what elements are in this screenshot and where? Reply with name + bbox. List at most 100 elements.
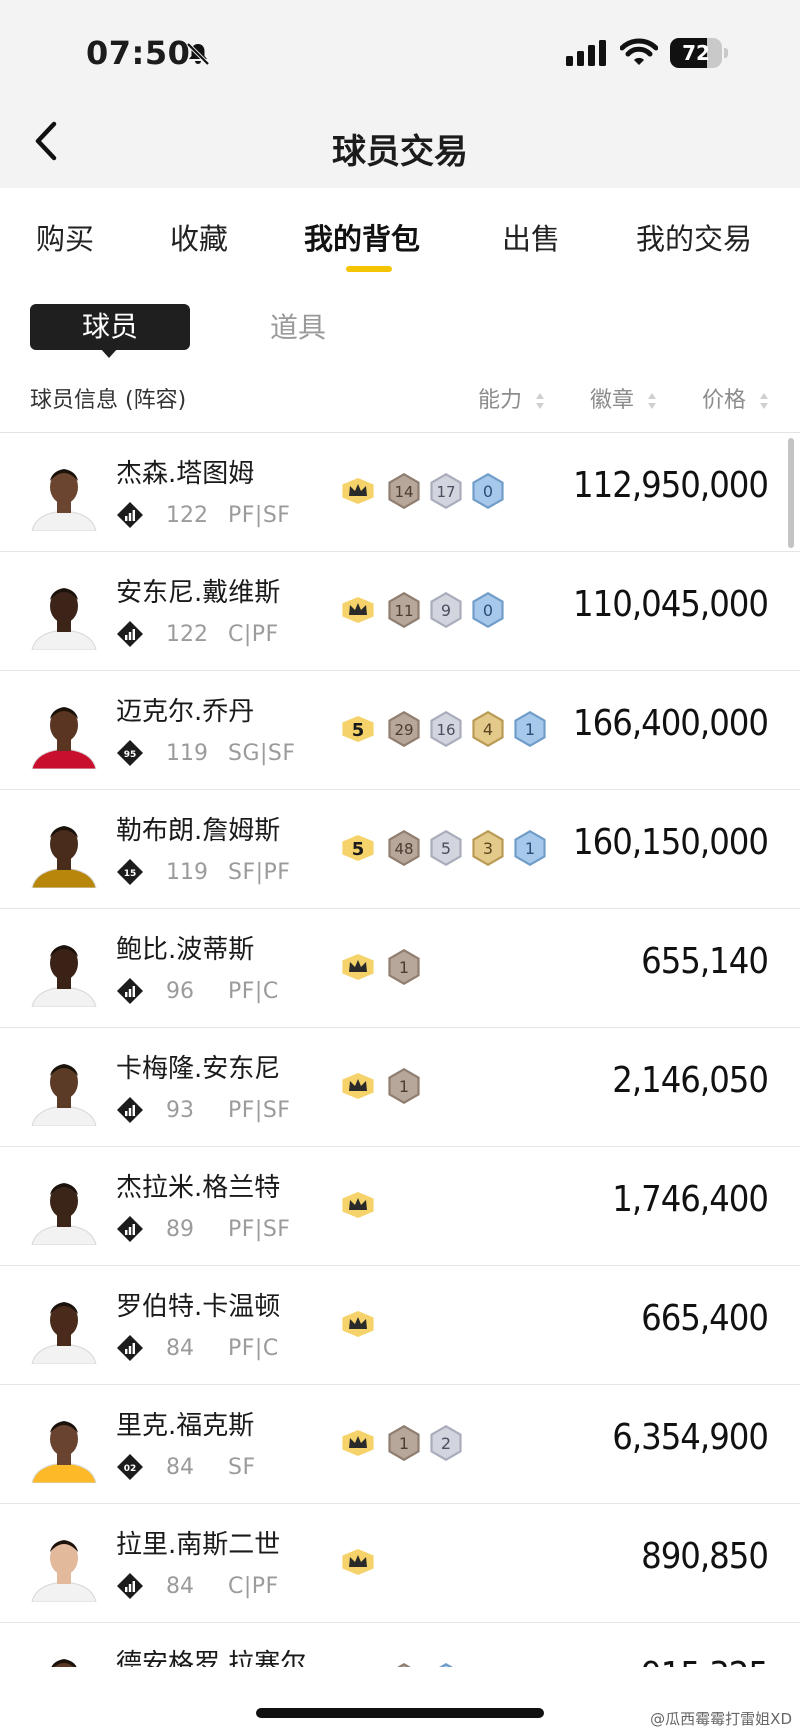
badge-hex-bronze: 1 [388, 1425, 420, 1461]
player-price: 2,146,050 [612, 1060, 769, 1101]
player-ovr: 89 [166, 1217, 194, 1242]
player-price: 166,400,000 [573, 703, 769, 744]
svg-text:11: 11 [394, 602, 413, 620]
player-name: 杰森.塔图姆 [116, 459, 255, 489]
watermark: @瓜西霉霉打雷姐XD [650, 1710, 792, 1728]
badge-hex-blue: 0 [472, 592, 504, 628]
badge-hex-bronze: 1 [388, 949, 420, 985]
tier-diamond-icon [117, 1573, 143, 1599]
player-row[interactable]: 罗伯特.卡温顿 84 PF|C 665,400 [0, 1266, 800, 1385]
player-list[interactable]: 杰森.塔图姆 122 PF|SF 14 17 0 112,950,000 安东尼.戴维斯 122… [0, 433, 800, 1667]
crown-icon [342, 1311, 374, 1337]
player-price: 665,400 [641, 1298, 769, 1339]
cellular-signal-icon [566, 40, 606, 66]
badge-hex-silver: 9 [430, 592, 462, 628]
player-row[interactable]: 鲍比.波蒂斯 96 PF|C 1 655,140 [0, 909, 800, 1028]
player-position: PF|C [228, 1336, 279, 1361]
tab-my-trades[interactable]: 我的交易 [636, 216, 752, 258]
player-position: PF|SF [228, 503, 291, 528]
svg-text:29: 29 [394, 721, 413, 739]
player-avatar [31, 469, 97, 531]
player-row[interactable]: 杰拉米.格兰特 89 PF|SF 1,746,400 [0, 1147, 800, 1266]
player-avatar [31, 826, 97, 888]
player-name: 勒布朗.詹姆斯 [116, 816, 281, 846]
player-ovr: 96 [166, 979, 194, 1004]
player-row[interactable]: 杰森.塔图姆 122 PF|SF 14 17 0 112,950,000 [0, 433, 800, 552]
bell-muted-icon [186, 42, 210, 66]
battery-indicator: 72 [670, 38, 728, 68]
badge-hex-blue: 0 [472, 473, 504, 509]
player-position: SG|SF [228, 741, 296, 766]
player-ovr: 119 [166, 860, 208, 885]
player-row[interactable]: 迈克尔.乔丹 95 119 SG|SF 5 29 16 4 1 166,400,000 [0, 671, 800, 790]
tab-bar: 购买 收藏 我的背包 出售 我的交易 [0, 188, 800, 278]
player-avatar [31, 588, 97, 650]
svg-text:5: 5 [441, 839, 451, 858]
sort-icon [536, 393, 545, 409]
sort-badge[interactable]: 徽章 [590, 382, 657, 414]
player-row[interactable]: 里克.福克斯 02 84 SF 1 2 6,354,900 [0, 1385, 800, 1504]
player-position: SF [228, 1455, 256, 1480]
scrollbar[interactable] [788, 438, 794, 548]
sort-icon [648, 393, 657, 409]
sort-ability[interactable]: 能力 [478, 382, 545, 414]
home-indicator[interactable] [256, 1708, 544, 1718]
svg-text:1: 1 [525, 839, 535, 858]
player-row[interactable]: 德安格罗.拉塞尔 915,325 [0, 1623, 800, 1667]
active-tab-indicator [346, 266, 392, 272]
svg-text:5: 5 [352, 720, 365, 741]
list-header: 球员信息 (阵容) 能力 徽章 价格 [0, 378, 800, 430]
segment-items[interactable]: 道具 [270, 306, 326, 346]
svg-text:14: 14 [394, 483, 413, 501]
player-name: 鲍比.波蒂斯 [116, 935, 255, 965]
segment-players[interactable]: 球员 [30, 304, 190, 350]
player-position: PF|SF [228, 1098, 291, 1123]
svg-text:48: 48 [394, 840, 413, 858]
svg-text:1: 1 [399, 1077, 409, 1096]
tab-sell[interactable]: 出售 [502, 216, 560, 258]
tier-diamond-icon [117, 621, 143, 647]
player-row[interactable]: 勒布朗.詹姆斯 15 119 SF|PF 5 48 5 3 1 160,150,000 [0, 790, 800, 909]
tier-diamond-icon [117, 1216, 143, 1242]
badge-hex-bronze: 11 [388, 592, 420, 628]
badge-hex-bronze: 1 [388, 1068, 420, 1104]
sort-price[interactable]: 价格 [702, 382, 769, 414]
badge-hex-blue: 1 [514, 830, 546, 866]
crown-icon [338, 1661, 378, 1667]
player-price: 890,850 [641, 1536, 769, 1577]
tab-my-backpack[interactable]: 我的背包 [304, 216, 420, 258]
player-price: 915,325 [641, 1655, 769, 1667]
badge-hex-silver: 16 [430, 711, 462, 747]
tab-favorites[interactable]: 收藏 [170, 216, 228, 258]
badge-hex-bronze: 29 [388, 711, 420, 747]
svg-text:1: 1 [399, 1434, 409, 1453]
svg-text:02: 02 [124, 1464, 137, 1474]
tier-diamond-icon [117, 502, 143, 528]
player-avatar [31, 1540, 97, 1602]
player-price: 160,150,000 [573, 822, 769, 863]
player-avatar [31, 945, 97, 1007]
player-ovr: 84 [166, 1336, 194, 1361]
player-avatar [31, 1064, 97, 1126]
page-title: 球员交易 [332, 132, 468, 172]
player-price: 1,746,400 [612, 1179, 769, 1220]
svg-text:15: 15 [124, 869, 137, 879]
tab-buy[interactable]: 购买 [36, 216, 94, 258]
tier-diamond-icon: 02 [117, 1454, 143, 1480]
svg-text:2: 2 [441, 1434, 451, 1453]
svg-text:3: 3 [483, 839, 493, 858]
crown-icon [342, 1192, 374, 1218]
player-row[interactable]: 安东尼.戴维斯 122 C|PF 11 9 0 110,045,000 [0, 552, 800, 671]
player-row[interactable]: 卡梅隆.安东尼 93 PF|SF 1 2,146,050 [0, 1028, 800, 1147]
player-avatar [51, 1659, 77, 1667]
sort-badge-label: 徽章 [590, 388, 635, 413]
player-position: SF|PF [228, 860, 291, 885]
player-price: 655,140 [641, 941, 769, 982]
player-name: 拉里.南斯二世 [116, 1530, 281, 1560]
player-row[interactable]: 拉里.南斯二世 84 C|PF 890,850 [0, 1504, 800, 1623]
svg-text:0: 0 [483, 601, 493, 620]
svg-text:5: 5 [352, 839, 365, 860]
player-ovr: 93 [166, 1098, 194, 1123]
player-avatar [31, 1302, 97, 1364]
svg-text:95: 95 [124, 750, 137, 760]
